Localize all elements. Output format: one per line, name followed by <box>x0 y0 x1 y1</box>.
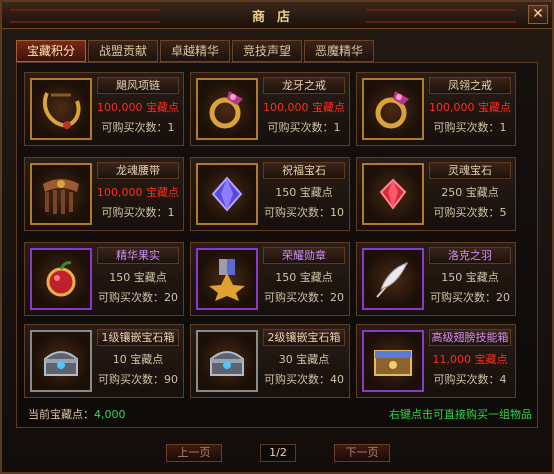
item-purchase-limit: 可购买次数：90 <box>98 373 178 386</box>
item-purchase-limit: 可购买次数：20 <box>430 291 510 304</box>
page-indicator: 1/2 <box>260 444 296 462</box>
blue-gem-icon[interactable] <box>196 163 258 225</box>
chest-icon[interactable] <box>30 330 92 392</box>
tab-alliance-contribution[interactable]: 战盟贡献 <box>88 40 158 62</box>
item-name: 灵魂宝石 <box>429 162 511 179</box>
feather-icon[interactable] <box>362 248 424 310</box>
next-page-button[interactable]: 下一页 <box>334 444 390 462</box>
shop-window: 商店 ✕ 宝藏积分 战盟贡献 卓越精华 竞技声望 恶魔精华 飓风项链 100,00… <box>0 0 554 474</box>
shop-item[interactable]: 2级镶嵌宝石箱 30 宝藏点可购买次数：40 <box>190 324 350 398</box>
item-purchase-limit: 可购买次数：20 <box>98 291 178 304</box>
shop-item[interactable]: 高级翅膀技能箱 11,000 宝藏点 可购买次数：4 <box>356 324 516 398</box>
item-cost: 30 宝藏点 <box>278 353 330 366</box>
item-name: 精华果实 <box>97 247 179 264</box>
belt-icon[interactable] <box>30 163 92 225</box>
shop-item[interactable]: 龙魂腰带 100,000 宝藏点 可购买次数：1 <box>24 157 184 231</box>
chest-icon[interactable] <box>196 330 258 392</box>
shop-item[interactable]: 1级镶嵌宝石箱 10 宝藏点可购买次数：90 <box>24 324 184 398</box>
shop-item[interactable]: 祝福宝石 150 宝藏点 可购买次数：10 <box>190 157 350 231</box>
shop-item[interactable]: 洛克之羽 150 宝藏点 可购买次数：20 <box>356 242 516 316</box>
item-purchase-limit: 可购买次数：1 <box>101 206 175 219</box>
tab-demon-essence[interactable]: 恶魔精华 <box>304 40 374 62</box>
wing-box-icon[interactable] <box>362 330 424 392</box>
item-cost: 10 宝藏点 <box>112 353 164 366</box>
item-purchase-limit: 可购买次数：40 <box>264 373 344 386</box>
item-purchase-limit: 可购买次数：1 <box>433 121 507 134</box>
item-name: 荣耀勋章 <box>263 247 345 264</box>
item-name: 洛克之羽 <box>429 247 511 264</box>
item-cost: 100,000 宝藏点 <box>429 101 511 114</box>
ring-icon[interactable] <box>362 78 424 140</box>
current-points: 当前宝藏点：4,000 <box>28 406 126 422</box>
shop-item[interactable]: 飓风项链 100,000 宝藏点 可购买次数：1 <box>24 72 184 146</box>
shop-item[interactable]: 精华果实 150 宝藏点 可购买次数：20 <box>24 242 184 316</box>
item-name: 祝福宝石 <box>263 162 345 179</box>
shop-item[interactable]: 灵魂宝石 250 宝藏点 可购买次数：5 <box>356 157 516 231</box>
item-name: 飓风项链 <box>97 77 179 94</box>
item-cost: 150 宝藏点 <box>275 271 333 284</box>
points-label: 当前宝藏点： <box>28 408 94 421</box>
item-purchase-limit: 可购买次数：20 <box>264 291 344 304</box>
medal-icon[interactable] <box>196 248 258 310</box>
item-cost: 100,000 宝藏点 <box>97 101 179 114</box>
item-name: 龙魂腰带 <box>97 162 179 179</box>
prev-page-button[interactable]: 上一页 <box>166 444 222 462</box>
item-cost: 150 宝藏点 <box>109 271 167 284</box>
hint-text: 右键点击可直接购买一组物品 <box>389 408 532 421</box>
close-button[interactable]: ✕ <box>528 5 548 24</box>
item-cost: 150 宝藏点 <box>275 186 333 199</box>
item-name: 高级翅膀技能箱 <box>429 329 511 346</box>
tab-excellent-essence[interactable]: 卓越精华 <box>160 40 230 62</box>
item-cost: 100,000 宝藏点 <box>263 101 345 114</box>
item-name: 1级镶嵌宝石箱 <box>97 329 179 346</box>
item-purchase-limit: 可购买次数：1 <box>101 121 175 134</box>
tab-treasure-points[interactable]: 宝藏积分 <box>16 40 86 62</box>
item-purchase-limit: 可购买次数：10 <box>264 206 344 219</box>
shop-item[interactable]: 龙牙之戒 100,000 宝藏点 可购买次数：1 <box>190 72 350 146</box>
pager: 上一页 1/2 下一页 <box>2 444 554 468</box>
item-purchase-limit: 可购买次数：5 <box>433 206 507 219</box>
shop-item[interactable]: 荣耀勋章 150 宝藏点 可购买次数：20 <box>190 242 350 316</box>
shop-item[interactable]: 凤翎之戒 100,000 宝藏点 可购买次数：1 <box>356 72 516 146</box>
item-cost: 150 宝藏点 <box>441 271 499 284</box>
item-name: 龙牙之戒 <box>263 77 345 94</box>
title-bar[interactable]: 商店 ✕ <box>2 2 552 29</box>
fruit-icon[interactable] <box>30 248 92 310</box>
item-cost: 100,000 宝藏点 <box>97 186 179 199</box>
item-name: 凤翎之戒 <box>429 77 511 94</box>
item-cost: 11,000 宝藏点 <box>432 353 508 366</box>
item-cost: 250 宝藏点 <box>441 186 499 199</box>
item-purchase-limit: 可购买次数：4 <box>433 373 507 386</box>
item-name: 2级镶嵌宝石箱 <box>263 329 345 346</box>
points-value: 4,000 <box>94 408 126 421</box>
item-purchase-limit: 可购买次数：1 <box>267 121 341 134</box>
ring-icon[interactable] <box>196 78 258 140</box>
red-gem-icon[interactable] <box>362 163 424 225</box>
necklace-icon[interactable] <box>30 78 92 140</box>
tab-arena-reputation[interactable]: 竞技声望 <box>232 40 302 62</box>
title-ornament-right <box>366 9 516 23</box>
